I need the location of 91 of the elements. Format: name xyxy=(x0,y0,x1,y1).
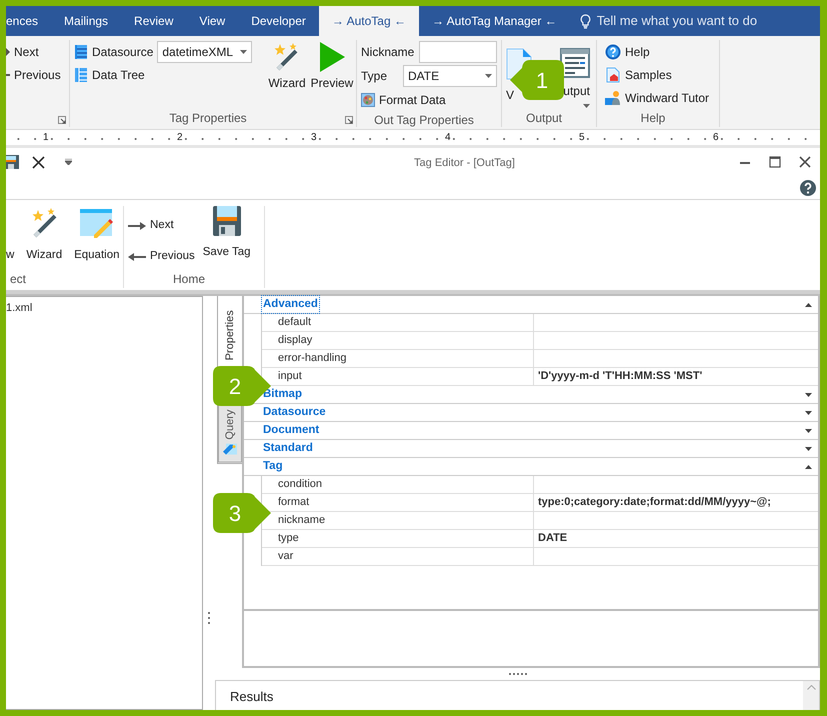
category-row[interactable]: Standard xyxy=(244,440,818,458)
database-icon xyxy=(74,44,88,60)
help-icon xyxy=(605,44,621,60)
expand-icon[interactable] xyxy=(805,410,812,414)
group-label: Tag Properties xyxy=(168,110,248,127)
ribbon-button[interactable]: w xyxy=(6,246,14,264)
ribbon-tab[interactable]: View xyxy=(186,6,238,36)
datasource-dropdown[interactable]: datetimeXML xyxy=(157,40,252,62)
maximize-icon[interactable] xyxy=(769,156,781,168)
ruler-number: 3 xyxy=(310,132,318,143)
group-label: ect xyxy=(10,271,28,288)
scrollbar[interactable] xyxy=(803,681,819,710)
dialog-launcher-icon[interactable] xyxy=(58,116,66,124)
palette-icon xyxy=(361,92,375,106)
category-row[interactable]: Tag xyxy=(244,458,818,476)
right-arrow-icon xyxy=(6,46,10,56)
category-row[interactable]: Datasource xyxy=(244,404,818,422)
tree-item[interactable]: 1.xml xyxy=(6,300,202,316)
play-icon xyxy=(317,42,347,72)
wizard-button[interactable]: Wizard xyxy=(265,40,309,109)
property-value[interactable]: type:0;category:date;format:dd/MM/yyyy~@; xyxy=(534,494,818,512)
tutor-icon xyxy=(605,90,621,106)
property-value[interactable]: DATE xyxy=(534,530,818,548)
ribbon-tab[interactable]: Review xyxy=(121,6,186,36)
ribbon-tab[interactable]: → AutoTag Manager ← xyxy=(418,6,570,36)
group-label: Home xyxy=(172,271,206,288)
expand-icon[interactable] xyxy=(805,446,812,450)
ruler-number: 2 xyxy=(176,132,184,143)
preview-button[interactable]: Preview xyxy=(309,40,355,109)
report-icon xyxy=(560,48,590,78)
caret-icon xyxy=(583,104,590,108)
ribbon-item[interactable]: Format Data xyxy=(361,88,497,111)
property-name: condition xyxy=(262,476,534,494)
property-name: display xyxy=(262,332,534,350)
field-label: Datasource xyxy=(92,44,154,60)
save-icon xyxy=(212,206,241,236)
ribbon-item[interactable]: Previous xyxy=(6,63,69,86)
collapse-icon[interactable] xyxy=(805,302,812,306)
ribbon-item[interactable]: Windward Tutor xyxy=(601,86,715,109)
save-tag-button[interactable]: Save Tag xyxy=(200,206,252,270)
property-name: var xyxy=(262,548,534,566)
group-label: Help xyxy=(640,110,666,127)
property-name: type xyxy=(262,530,534,548)
ribbon-tab[interactable]: ences xyxy=(6,6,52,36)
save-icon[interactable] xyxy=(6,155,19,169)
close-icon[interactable] xyxy=(799,156,811,168)
right-arrow-icon xyxy=(128,222,146,230)
property-name: error-handling xyxy=(262,350,534,368)
lightbulb-icon xyxy=(580,14,591,28)
ribbon-tab[interactable]: → AutoTag ← xyxy=(318,6,419,36)
ribbon-tab[interactable]: Developer xyxy=(238,6,319,36)
close-icon[interactable] xyxy=(32,156,44,168)
equation-icon xyxy=(80,206,114,239)
dropdown-icon[interactable] xyxy=(64,159,72,165)
group-label: Out Tag Properties xyxy=(373,112,475,129)
collapse-icon[interactable] xyxy=(805,464,812,468)
ribbon-item[interactable]: Next xyxy=(128,214,195,237)
field-label: Type xyxy=(361,68,388,84)
ribbon-tab[interactable]: Mailings xyxy=(51,6,122,36)
ruler-number: 5 xyxy=(578,132,586,143)
ribbon-item[interactable]: Data Tree xyxy=(74,63,257,86)
window-title: Tag Editor - [OutTag] xyxy=(414,156,515,169)
property-value[interactable]: 'D'yyyy-m-d 'T'HH:MM:SS 'MST' xyxy=(534,368,818,386)
ruler-number: 4 xyxy=(444,132,452,143)
callout-tooltip: 3 xyxy=(211,491,273,535)
caret-icon xyxy=(240,50,248,54)
tell-me-search-field[interactable]: Tell me what you want to do xyxy=(596,11,758,31)
sample-document-icon xyxy=(605,66,621,82)
caret-icon xyxy=(485,74,492,78)
ribbon-button[interactable]: Wizard xyxy=(26,206,62,264)
ruler-number: 1 xyxy=(42,132,50,143)
ribbon-item[interactable]: Previous xyxy=(128,245,195,268)
group-label: Output xyxy=(524,110,564,127)
left-arrow-icon xyxy=(128,252,146,260)
type-dropdown[interactable]: DATE xyxy=(403,64,497,86)
expand-icon[interactable] xyxy=(805,392,812,396)
category-row[interactable]: Advanced xyxy=(244,296,818,314)
category-row[interactable]: Document xyxy=(244,422,818,440)
dialog-launcher-icon[interactable] xyxy=(345,116,353,124)
ribbon-item[interactable]: Next xyxy=(6,40,69,63)
property-name: default xyxy=(262,314,534,332)
nickname-field[interactable] xyxy=(419,40,497,62)
ruler-number: 6 xyxy=(712,132,720,143)
expand-icon[interactable] xyxy=(805,428,812,432)
data-tree-icon xyxy=(74,66,88,82)
ribbon-button[interactable]: Equation xyxy=(74,206,120,264)
ribbon-item[interactable]: Samples xyxy=(601,63,715,86)
panel-title: Results xyxy=(229,688,274,706)
field-label: Nickname xyxy=(361,44,414,60)
help-icon[interactable] xyxy=(800,180,816,196)
ribbon-item[interactable]: Help xyxy=(601,40,715,63)
